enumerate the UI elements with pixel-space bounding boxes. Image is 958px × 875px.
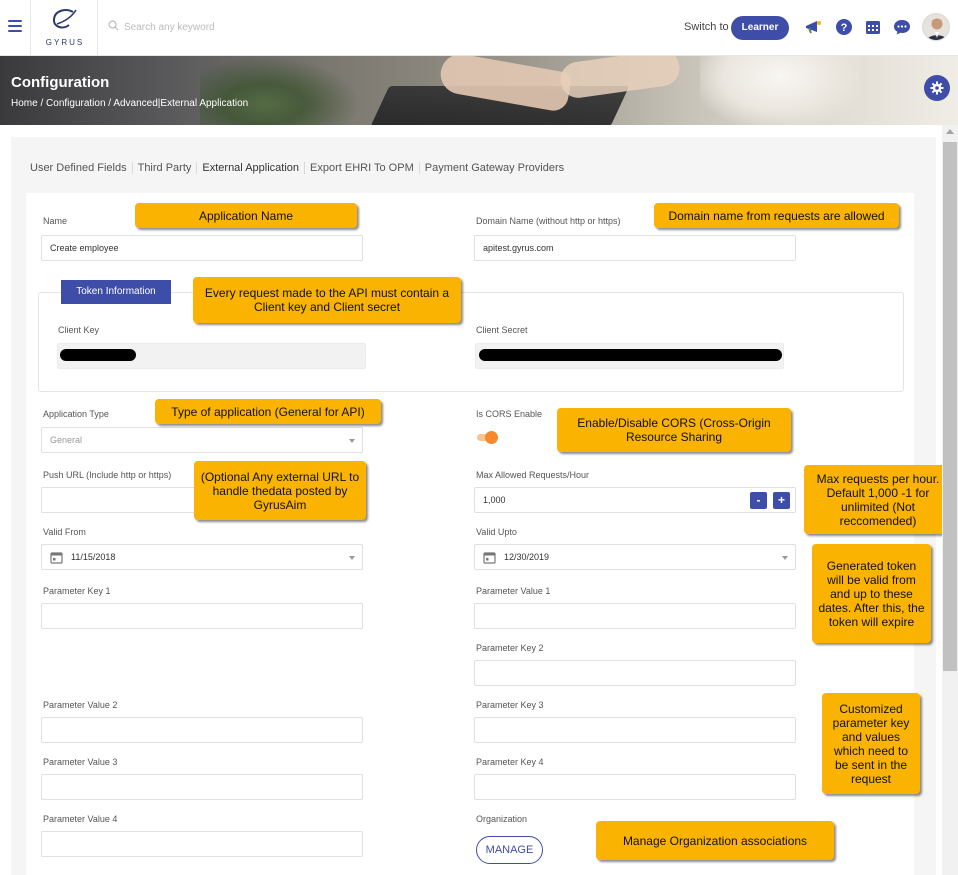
parameter-key-4-field[interactable] [474, 774, 796, 800]
parameter-key-3-label: Parameter Key 3 [476, 700, 544, 710]
search-bar[interactable] [108, 18, 408, 36]
chat-icon[interactable] [892, 17, 912, 37]
push-url-label: Push URL (Include http or https) [43, 470, 172, 480]
callout-max-requests: Max requests per hour. Default 1,000 -1 … [804, 465, 952, 534]
breadcrumb-advanced[interactable]: Advanced [113, 98, 157, 109]
tab-export-ehri-to-opm[interactable]: Export EHRI To OPM [305, 162, 420, 174]
name-field[interactable]: Create employee [41, 235, 363, 261]
max-requests-field[interactable]: 1,000 [474, 487, 796, 513]
avatar[interactable] [922, 13, 950, 41]
tab-external-application[interactable]: External Application [197, 162, 306, 174]
domain-label: Domain Name (without http or https) [476, 216, 621, 226]
valid-from-datepicker[interactable]: 11/15/2018 [41, 544, 363, 570]
chevron-down-icon [349, 556, 355, 560]
tab-third-party[interactable]: Third Party [133, 162, 198, 174]
cors-label: Is CORS Enable [476, 409, 543, 419]
breadcrumb-separator: / [108, 98, 112, 109]
parameter-key-2-field[interactable] [474, 660, 796, 686]
megaphone-icon[interactable] [803, 17, 823, 37]
parameter-value-3-label: Parameter Value 3 [43, 757, 118, 767]
callout-application-name: Application Name [135, 203, 357, 228]
banner-sleeve-decor [700, 56, 860, 125]
tab-payment-gateway-providers[interactable]: Payment Gateway Providers [420, 162, 569, 174]
application-type-value: General [50, 435, 83, 445]
page-banner: Configuration Home / Configuration / Adv… [0, 56, 958, 125]
parameter-key-2-label: Parameter Key 2 [476, 643, 544, 653]
callout-parameters: Customized parameter key and values whic… [822, 693, 920, 794]
tab-bar: User Defined Fields Third Party External A… [30, 162, 569, 182]
application-type-select[interactable]: General [41, 427, 363, 453]
chevron-down-icon [349, 439, 355, 443]
logo-text: GYRUS [45, 38, 85, 47]
parameter-key-1-label: Parameter Key 1 [43, 586, 111, 596]
menu-icon[interactable] [8, 20, 22, 32]
callout-token: Every request made to the API must conta… [193, 277, 461, 323]
valid-upto-datepicker[interactable]: 12/30/2019 [474, 544, 796, 570]
gyrus-logo-icon [52, 9, 77, 29]
increment-button[interactable]: + [773, 492, 790, 509]
parameter-value-1-label: Parameter Value 1 [476, 586, 551, 596]
gear-icon [930, 81, 944, 95]
breadcrumb-home[interactable]: Home [11, 98, 38, 109]
calendar-icon [50, 552, 63, 564]
parameter-value-2-label: Parameter Value 2 [43, 700, 118, 710]
svg-text:?: ? [841, 22, 848, 34]
callout-organization: Manage Organization associations [596, 821, 834, 860]
settings-button[interactable] [924, 75, 950, 101]
parameter-value-4-field[interactable] [41, 831, 363, 857]
domain-field[interactable]: apitest.gyrus.com [474, 235, 796, 261]
callout-cors: Enable/Disable CORS (Cross-Origin Resour… [557, 408, 791, 452]
client-secret-redaction [479, 349, 782, 361]
page-title: Configuration [11, 74, 110, 91]
logo[interactable]: GYRUS [30, 0, 98, 56]
scroll-up-arrow-icon[interactable] [946, 129, 954, 134]
parameter-value-1-field[interactable] [474, 603, 796, 629]
top-bar: GYRUS Switch to Learner ? [0, 0, 958, 56]
parameter-key-3-field[interactable] [474, 717, 796, 743]
callout-push-url: (Optional Any external URL to handle the… [194, 461, 366, 520]
client-secret-label: Client Secret [476, 325, 528, 335]
parameter-key-4-label: Parameter Key 4 [476, 757, 544, 767]
callout-application-type: Type of application (General for API) [155, 399, 381, 424]
tab-user-defined-fields[interactable]: User Defined Fields [30, 162, 133, 174]
switch-to-label: Switch to [684, 21, 729, 33]
application-type-label: Application Type [43, 409, 109, 419]
learner-button[interactable]: Learner [731, 16, 789, 40]
valid-upto-value: 12/30/2019 [504, 552, 550, 562]
callout-validity: Generated token will be valid from and u… [812, 544, 931, 643]
search-icon [108, 20, 119, 31]
parameter-value-2-field[interactable] [41, 717, 363, 743]
toggle-knob [485, 431, 498, 444]
parameter-key-1-field[interactable] [41, 603, 363, 629]
parameter-value-3-field[interactable] [41, 774, 363, 800]
parameter-value-4-label: Parameter Value 4 [43, 814, 118, 824]
breadcrumb-separator: / [40, 98, 44, 109]
cors-toggle[interactable] [477, 431, 498, 444]
manage-organization-button[interactable]: MANAGE [476, 836, 543, 864]
client-key-label: Client Key [58, 325, 100, 335]
help-icon[interactable]: ? [834, 17, 854, 37]
valid-from-label: Valid From [43, 527, 86, 537]
scrollbar-thumb[interactable] [943, 142, 957, 671]
chevron-down-icon [782, 556, 788, 560]
calendar-icon [483, 552, 496, 564]
token-information-section [38, 292, 904, 392]
name-label: Name [43, 216, 68, 226]
breadcrumb: Home / Configuration / Advanced|External… [11, 98, 248, 109]
token-information-button[interactable]: Token Information [61, 280, 171, 304]
banner-plant-decor [200, 56, 360, 125]
search-input[interactable] [124, 18, 404, 36]
callout-domain: Domain name from requests are allowed [654, 203, 899, 228]
breadcrumb-current: External Application [160, 98, 249, 109]
calendar-icon[interactable] [863, 17, 883, 37]
breadcrumb-configuration[interactable]: Configuration [46, 98, 105, 109]
valid-upto-label: Valid Upto [476, 527, 517, 537]
client-key-redaction [60, 349, 136, 361]
max-requests-label: Max Allowed Requests/Hour [476, 470, 590, 480]
valid-from-value: 11/15/2018 [71, 552, 116, 562]
organization-label: Organization [476, 814, 528, 824]
decrement-button[interactable]: - [750, 492, 767, 509]
